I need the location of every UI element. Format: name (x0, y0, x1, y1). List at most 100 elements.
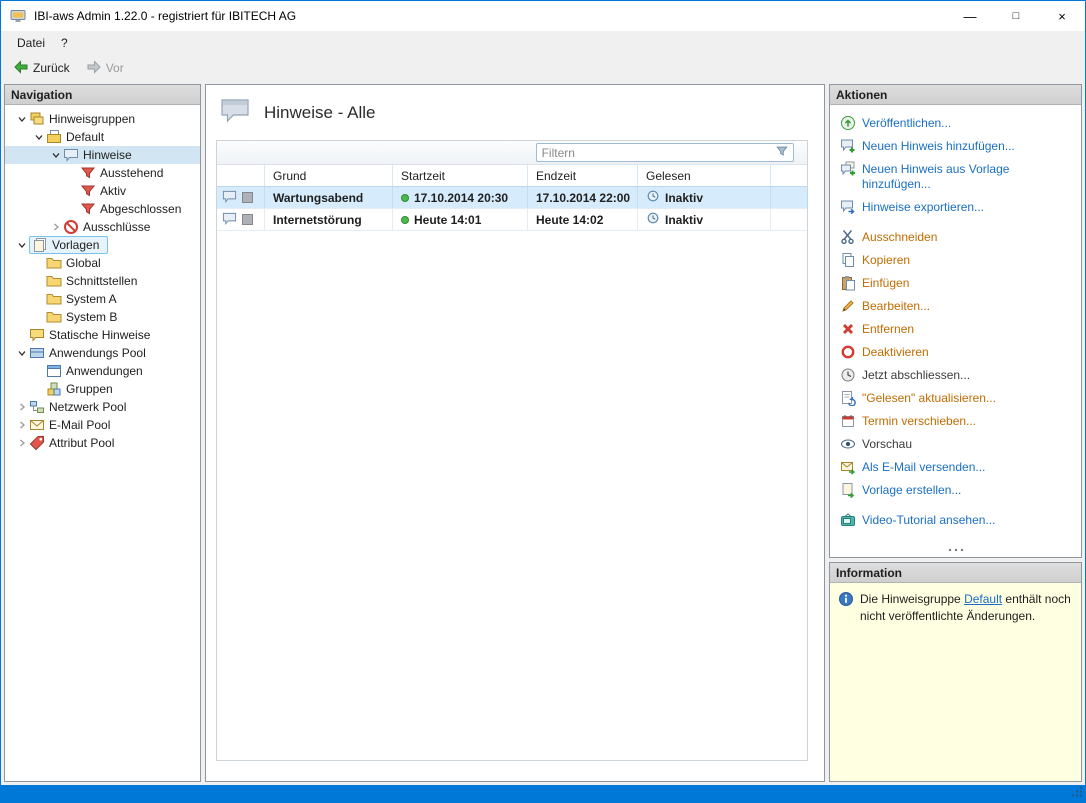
tree-item-anwendungs-pool[interactable]: Anwendungs Pool (5, 344, 200, 362)
chevron-right-icon[interactable] (15, 400, 29, 414)
tree-item-label: Gruppen (66, 382, 113, 396)
tree-item-gruppen[interactable]: Gruppen (5, 380, 200, 398)
exclusions-icon (63, 219, 79, 235)
tree-item-system-a[interactable]: System A (5, 290, 200, 308)
column-header-spacer (771, 165, 807, 186)
action-gelesen-aktualisieren[interactable]: "Gelesen" aktualisieren... (840, 390, 1073, 406)
scissors-icon (840, 229, 856, 245)
column-header-startzeit[interactable]: Startzeit (393, 165, 528, 186)
tree-item-schnittstellen[interactable]: Schnittstellen (5, 272, 200, 290)
table-row-internetstoerung[interactable]: Internetstörung Heute 14:01 Heute 14:02 … (217, 209, 807, 231)
filter-done-icon (80, 201, 96, 217)
tree-item-label: Abgeschlossen (100, 202, 182, 216)
chevron-right-icon[interactable] (15, 436, 29, 450)
tree-item-abgeschlossen[interactable]: Abgeschlossen (5, 200, 200, 218)
minimize-button[interactable]: — (947, 1, 993, 31)
notices-large-icon (220, 97, 250, 128)
table-row-wartungsabend[interactable]: Wartungsabend 17.10.2014 20:30 17.10.201… (217, 187, 807, 209)
tree-item-highlight: Vorlagen (29, 236, 109, 254)
maximize-button[interactable]: □ (993, 1, 1039, 31)
navigation-panel: Navigation Hinweisgruppen Default Hinwei… (4, 84, 201, 782)
column-header-grund[interactable]: Grund (265, 165, 393, 186)
action-ausschneiden[interactable]: Ausschneiden (840, 229, 1073, 245)
actions-header: Aktionen (830, 85, 1081, 105)
update-read-icon (840, 390, 856, 406)
menu-datei[interactable]: Datei (9, 33, 53, 53)
close-button[interactable]: × (1039, 1, 1085, 31)
filter-funnel-icon[interactable] (775, 144, 789, 161)
action-veroeffentlichen[interactable]: Veröffentlichen... (840, 115, 1073, 131)
action-hinweise-exportieren[interactable]: Hinweise exportieren... (840, 199, 1073, 215)
action-vorschau[interactable]: Vorschau (840, 436, 1073, 452)
notice-groups-icon (29, 111, 45, 127)
copy-icon (840, 252, 856, 268)
tree-item-label: Ausschlüsse (83, 220, 151, 234)
tree-item-aktiv[interactable]: Aktiv (5, 182, 200, 200)
back-button[interactable]: Zurück (6, 57, 77, 80)
active-dot-icon (401, 193, 409, 202)
resize-grip[interactable] (1071, 785, 1083, 800)
action-vorlage-erstellen[interactable]: Vorlage erstellen... (840, 482, 1073, 498)
row-type-cell (217, 209, 265, 230)
action-hinweis-aus-vorlage[interactable]: Neuen Hinweis aus Vorlage hinzufügen... (840, 161, 1073, 192)
default-group-link[interactable]: Default (964, 592, 1002, 606)
panel-splitter-handle[interactable] (947, 541, 965, 555)
column-header-gelesen[interactable]: Gelesen (638, 165, 771, 186)
chevron-right-icon[interactable] (49, 220, 63, 234)
action-neuen-hinweis-hinzufuegen[interactable]: Neuen Hinweis hinzufügen... (840, 138, 1073, 154)
column-header-endzeit[interactable]: Endzeit (528, 165, 638, 186)
create-template-icon (840, 482, 856, 498)
tree-item-label: Schnittstellen (66, 274, 138, 288)
tree-item-attribut-pool[interactable]: Attribut Pool (5, 434, 200, 452)
tree-item-hinweise[interactable]: Hinweise (5, 146, 200, 164)
menu-bar: Datei ? (1, 31, 1085, 55)
tree-item-netzwerk-pool[interactable]: Netzwerk Pool (5, 398, 200, 416)
forward-button[interactable]: Vor (79, 57, 131, 80)
paste-icon (840, 275, 856, 291)
tree-item-ausstehend[interactable]: Ausstehend (5, 164, 200, 182)
forward-arrow-icon (86, 59, 102, 78)
applications-icon (46, 363, 62, 379)
workspace: Navigation Hinweisgruppen Default Hinwei… (1, 81, 1085, 785)
app-icon (10, 8, 26, 24)
static-notices-icon (29, 327, 45, 343)
tree-item-hinweisgruppen[interactable]: Hinweisgruppen (5, 110, 200, 128)
chevron-down-icon[interactable] (15, 238, 29, 252)
chevron-down-icon[interactable] (32, 130, 46, 144)
action-einfuegen[interactable]: Einfügen (840, 275, 1073, 291)
folder-icon (46, 291, 62, 307)
action-jetzt-abschliessen[interactable]: Jetzt abschliessen... (840, 367, 1073, 383)
chevron-right-icon[interactable] (15, 418, 29, 432)
column-header-type[interactable] (217, 165, 265, 186)
tree-item-anwendungen[interactable]: Anwendungen (5, 362, 200, 380)
tree-item-label: Netzwerk Pool (49, 400, 127, 414)
action-deaktivieren[interactable]: Deaktivieren (840, 344, 1073, 360)
notices-icon (63, 147, 79, 163)
notice-icon (222, 189, 237, 207)
tree-item-label: E-Mail Pool (49, 418, 111, 432)
action-termin-verschieben[interactable]: Termin verschieben... (840, 413, 1073, 429)
chevron-down-icon[interactable] (15, 112, 29, 126)
tree-item-system-b[interactable]: System B (5, 308, 200, 326)
menu-help[interactable]: ? (53, 33, 76, 53)
title-bar: IBI-aws Admin 1.22.0 - registriert für I… (1, 1, 1085, 31)
action-bearbeiten[interactable]: Bearbeiten... (840, 298, 1073, 314)
filter-input[interactable] (536, 145, 775, 160)
action-als-email-versenden[interactable]: Als E-Mail versenden... (840, 459, 1073, 475)
tree-item-vorlagen[interactable]: Vorlagen (5, 236, 200, 254)
tree-item-statische-hinweise[interactable]: Statische Hinweise (5, 326, 200, 344)
chevron-down-icon[interactable] (15, 346, 29, 360)
tree-item-email-pool[interactable]: E-Mail Pool (5, 416, 200, 434)
action-kopieren[interactable]: Kopieren (840, 252, 1073, 268)
tree-item-default[interactable]: Default (5, 128, 200, 146)
chevron-down-icon[interactable] (49, 148, 63, 162)
tree-item-global[interactable]: Global (5, 254, 200, 272)
action-entfernen[interactable]: Entfernen (840, 321, 1073, 337)
action-video-tutorial[interactable]: Video-Tutorial ansehen... (840, 512, 1073, 528)
tree-item-ausschluesse[interactable]: Ausschlüsse (5, 218, 200, 236)
actions-panel: Aktionen Veröffentlichen... Neuen Hinwei… (829, 84, 1082, 558)
grund-cell: Wartungsabend (265, 187, 393, 208)
